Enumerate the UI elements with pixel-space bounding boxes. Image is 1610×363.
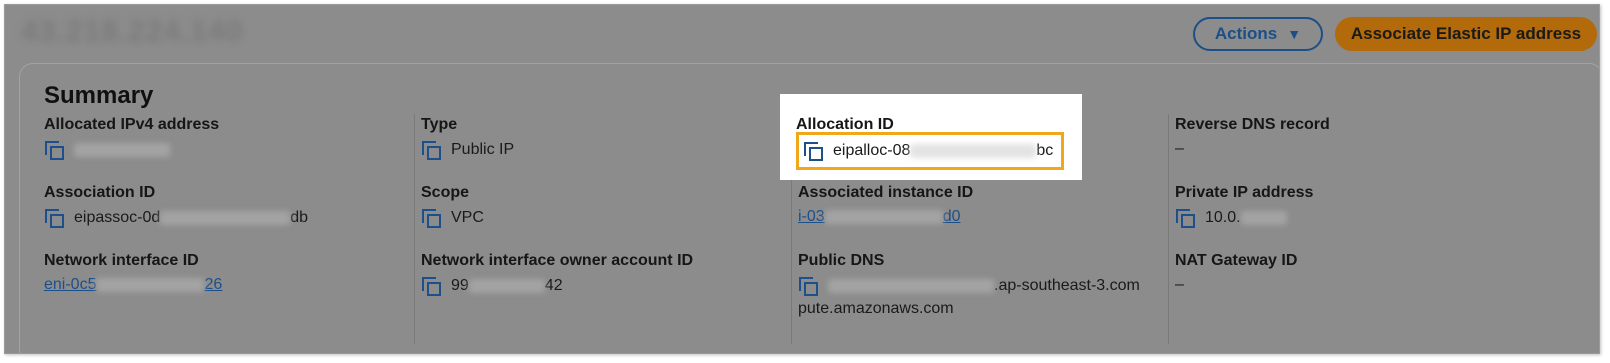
actions-label: Actions	[1214, 24, 1278, 43]
allocation-id-prefix: eipalloc-08	[833, 142, 911, 159]
field-allocated-ipv4: Allocated IPv4 address	[44, 116, 219, 160]
field-value-line2: pute.amazonaws.com	[798, 300, 1140, 318]
field-public-dns: Public DNS .ap-southeast-3.com pute.amaz…	[798, 252, 1140, 318]
allocation-id-value-box[interactable]: eipalloc-08 bc	[796, 132, 1064, 170]
associate-elastic-ip-button[interactable]: Associate Elastic IP address	[1335, 17, 1597, 51]
field-value: eipassoc-0d db	[44, 208, 308, 228]
column-divider	[414, 114, 415, 344]
field-label: Reverse DNS record	[1175, 116, 1330, 133]
allocation-id-suffix: bc	[1036, 142, 1054, 159]
field-label: Public DNS	[798, 252, 885, 269]
field-private-ip: Private IP address 10.0.	[1175, 184, 1313, 228]
field-scope: Scope VPC	[421, 184, 484, 228]
allocation-id-spotlight: Allocation ID eipalloc-08 bc	[780, 94, 1082, 180]
copy-icon[interactable]	[421, 208, 443, 228]
column-divider	[1168, 114, 1169, 344]
field-association-id: Association ID eipassoc-0d db	[44, 184, 308, 228]
field-type: Type Public IP	[421, 116, 514, 160]
field-reverse-dns: Reverse DNS record –	[1175, 116, 1330, 158]
value-prefix: 10.0.	[1205, 209, 1241, 226]
field-label: Scope	[421, 184, 470, 201]
field-label: Association ID	[44, 184, 156, 201]
value-text: VPC	[451, 209, 484, 226]
redacted-segment	[96, 277, 205, 292]
field-value: 10.0.	[1175, 208, 1313, 228]
actions-button[interactable]: Actions ▼	[1193, 17, 1323, 51]
field-nat-gateway-id: NAT Gateway ID –	[1175, 252, 1297, 294]
field-label: Private IP address	[1175, 184, 1314, 201]
field-value: VPC	[421, 208, 484, 228]
field-label: Type	[421, 116, 458, 133]
value-prefix: eipassoc-0d	[74, 209, 161, 226]
field-label: Associated instance ID	[798, 184, 974, 201]
field-label: Network interface ID	[44, 252, 199, 269]
copy-icon[interactable]	[803, 141, 825, 161]
redacted-ip	[74, 143, 170, 157]
field-label: NAT Gateway ID	[1175, 252, 1298, 269]
page-title: 43.218.224.140	[21, 15, 244, 48]
copy-icon[interactable]	[421, 276, 443, 296]
field-value: 99 42	[421, 276, 693, 296]
value-suffix: db	[290, 209, 309, 226]
value-suffix: .ap-southeast-3.com	[994, 277, 1140, 294]
field-value: eni-0c5 26	[44, 276, 222, 294]
copy-icon[interactable]	[44, 208, 66, 228]
field-value: –	[1175, 276, 1297, 294]
value-text: Public IP	[451, 141, 515, 158]
redacted-segment	[910, 144, 1037, 158]
caret-down-icon: ▼	[1287, 26, 1302, 42]
summary-title: Summary	[44, 82, 154, 109]
field-label: Network interface owner account ID	[421, 252, 694, 269]
field-value	[44, 140, 219, 160]
field-owner-account-id: Network interface owner account ID 99 42	[421, 252, 693, 296]
field-value: i-03 d0	[798, 208, 973, 226]
redacted-segment	[828, 279, 994, 293]
value-text: –	[1175, 140, 1184, 157]
redacted-segment	[468, 279, 545, 293]
field-network-interface-id: Network interface ID eni-0c5 26	[44, 252, 222, 294]
value-prefix: 99	[451, 277, 469, 294]
value-line2: pute.amazonaws.com	[798, 300, 954, 317]
field-value: Public IP	[421, 140, 514, 160]
redacted-segment	[160, 211, 291, 225]
value-text: –	[1175, 276, 1184, 293]
copy-icon[interactable]	[798, 276, 820, 296]
value-suffix: 42	[544, 277, 563, 294]
field-value: .ap-southeast-3.com	[798, 276, 1140, 296]
field-label: Allocated IPv4 address	[44, 116, 220, 133]
network-interface-link[interactable]: eni-0c5 26	[44, 276, 222, 294]
redacted-segment	[1240, 211, 1287, 225]
field-value: –	[1175, 140, 1330, 158]
instance-link[interactable]: i-03 d0	[798, 208, 960, 226]
copy-icon[interactable]	[421, 140, 443, 160]
copy-icon[interactable]	[44, 140, 66, 160]
field-associated-instance-id: Associated instance ID i-03 d0	[798, 184, 973, 226]
redacted-segment	[824, 209, 943, 224]
copy-icon[interactable]	[1175, 208, 1197, 228]
